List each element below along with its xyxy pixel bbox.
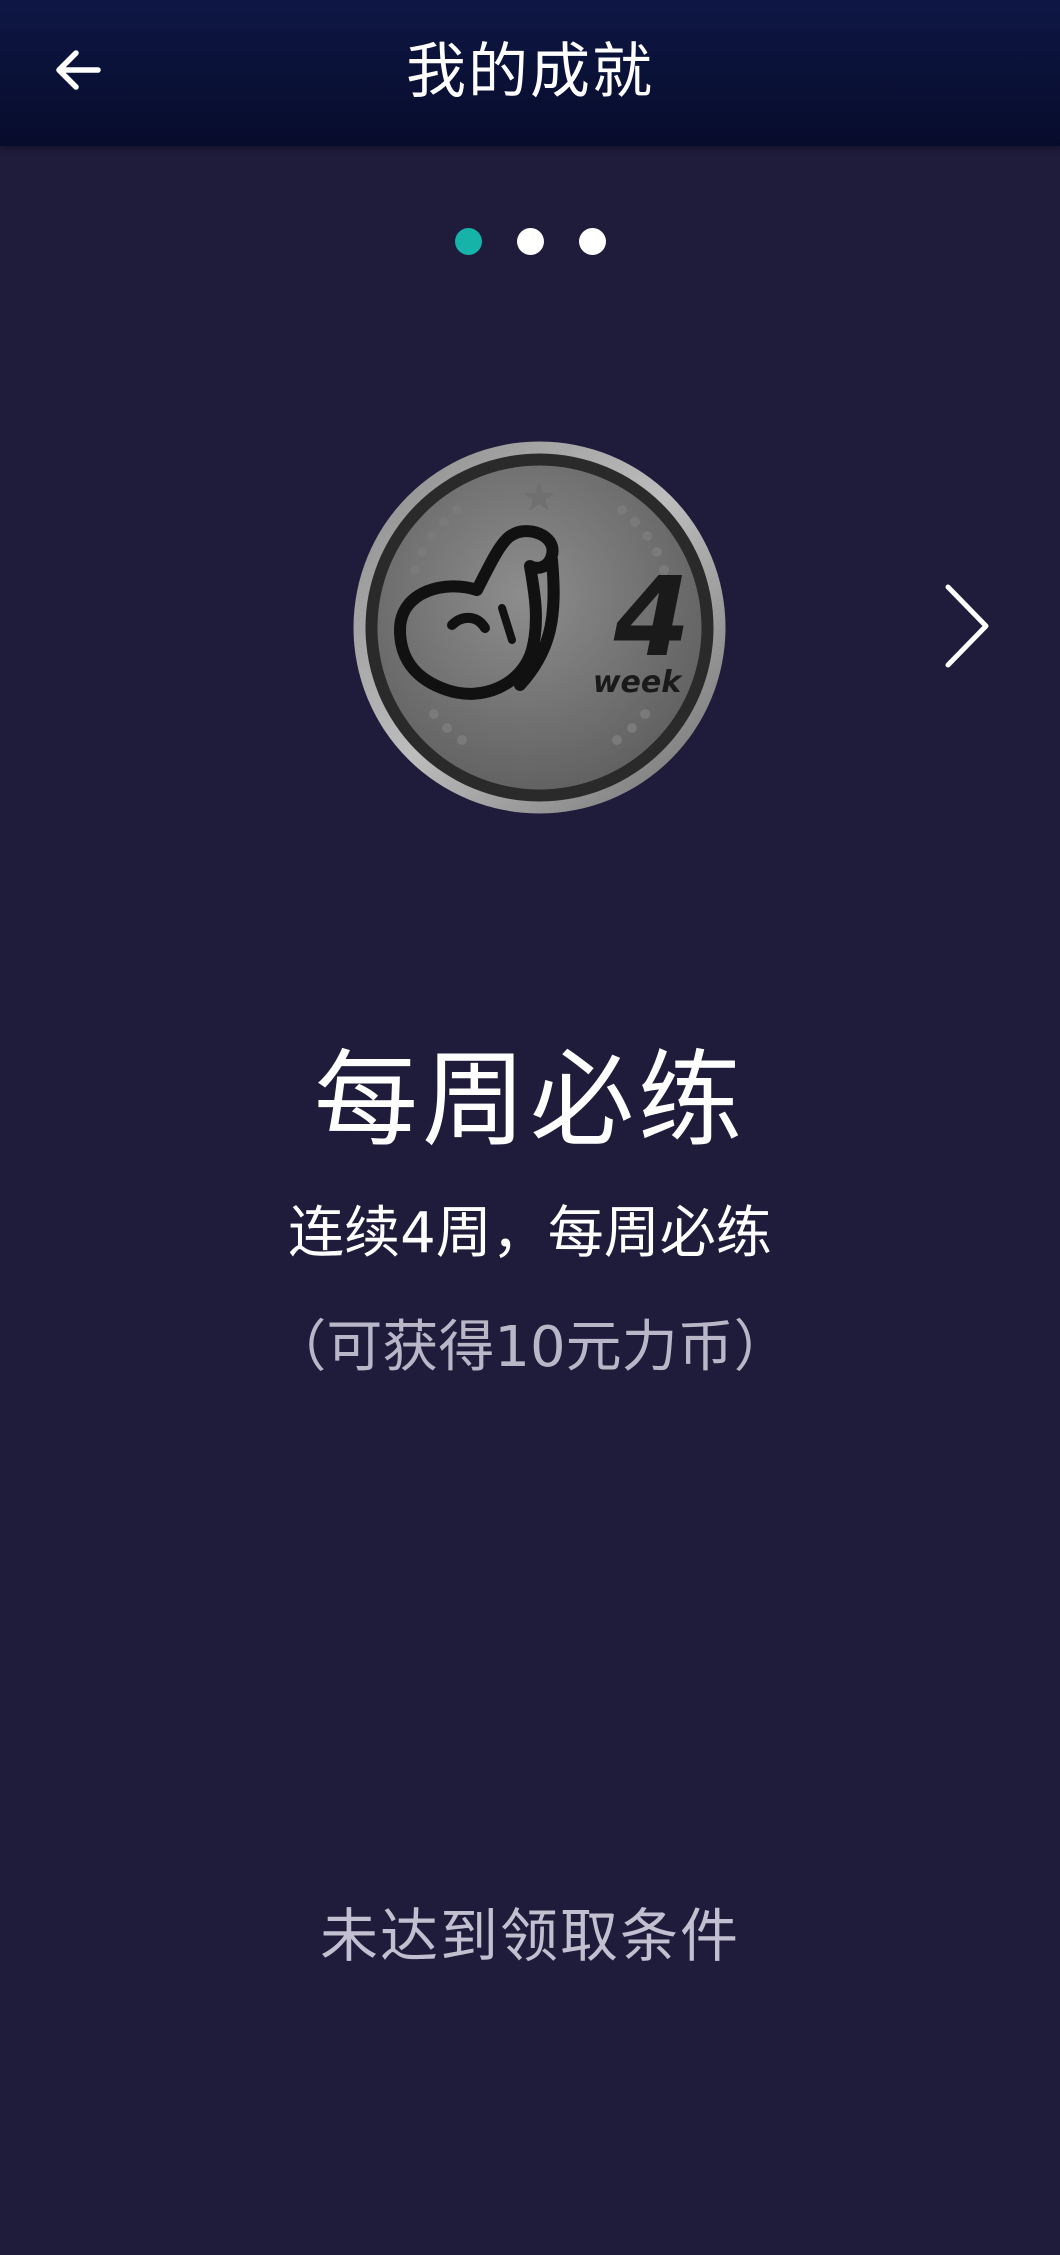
pager-dot-3[interactable] bbox=[578, 228, 606, 255]
achievement-description: 连续4周，每周必练 bbox=[288, 1201, 772, 1266]
top-bar: 我的成就 bbox=[0, 0, 1060, 146]
chevron-right-icon bbox=[945, 584, 989, 668]
pager-dot-1[interactable] bbox=[454, 228, 482, 255]
medal-badge-number: 4 bbox=[613, 553, 691, 681]
flexed-arm-medal-icon: 4 week bbox=[353, 441, 726, 814]
page-title: 我的成就 bbox=[406, 37, 654, 107]
achievements-screen: 我的成就 4 week 每周必练 连续4周，每周必练 （可获得10元力币） 未达… bbox=[0, 0, 1060, 2255]
pager-dot-2[interactable] bbox=[516, 228, 544, 255]
pager-dots bbox=[0, 228, 1060, 255]
claim-status: 未达到领取条件 bbox=[319, 1902, 740, 1970]
next-achievement-button[interactable] bbox=[932, 574, 1002, 678]
achievement-name: 每周必练 bbox=[313, 1039, 746, 1161]
achievement-medal: 4 week bbox=[352, 440, 727, 815]
achievement-reward: （可获得10元力币） bbox=[270, 1315, 790, 1380]
medal-badge-word: week bbox=[593, 665, 683, 700]
